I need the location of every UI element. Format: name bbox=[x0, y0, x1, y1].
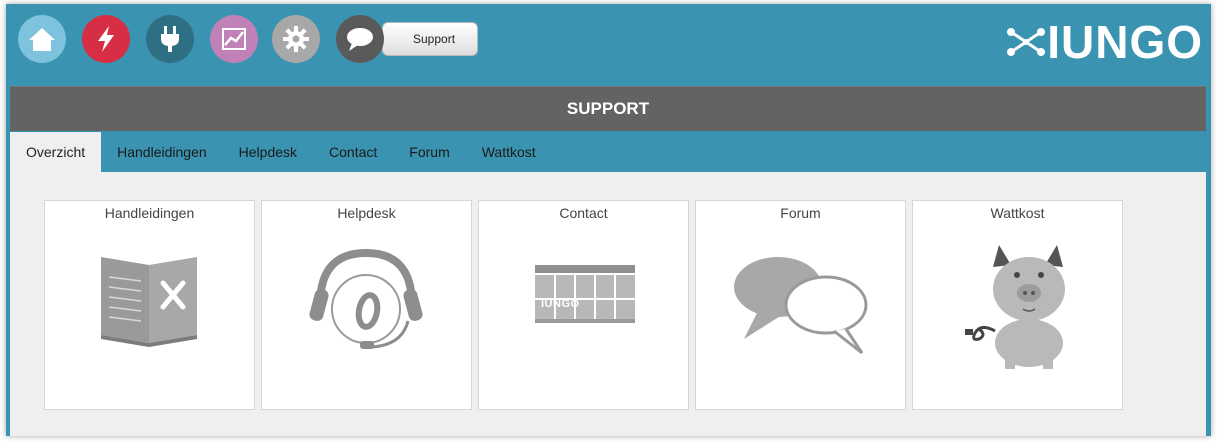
card-title: Contact bbox=[559, 205, 608, 221]
tab-wattkost[interactable]: Wattkost bbox=[466, 132, 552, 172]
device-label: IUNGO bbox=[541, 298, 580, 310]
card-title: Forum bbox=[780, 205, 821, 221]
app-frame: Support IUNGO SUPPORT Overzicht Handleid… bbox=[6, 4, 1211, 436]
logo-text: IUNGO bbox=[1047, 16, 1203, 68]
overview-panel: Handleidingen Helpdesk Contact IUNGO For… bbox=[10, 172, 1206, 436]
speech-bubbles-icon bbox=[734, 257, 868, 355]
chat-icon[interactable] bbox=[336, 15, 384, 63]
page-title: SUPPORT bbox=[10, 86, 1206, 131]
card-title: Handleidingen bbox=[104, 205, 195, 221]
card-wattkost[interactable]: Wattkost bbox=[912, 200, 1123, 410]
card-title: Helpdesk bbox=[337, 205, 396, 221]
top-navigation-bar: Support IUNGO bbox=[6, 4, 1211, 84]
card-helpdesk[interactable]: Helpdesk bbox=[261, 200, 472, 410]
card-forum[interactable]: Forum bbox=[695, 200, 906, 410]
headset-icon bbox=[309, 248, 423, 349]
gear-icon[interactable] bbox=[272, 15, 320, 63]
piggy-bank-icon bbox=[965, 245, 1065, 369]
support-label: Support bbox=[413, 32, 456, 46]
iungo-logo: IUNGO bbox=[1005, 18, 1203, 66]
tab-handleidingen[interactable]: Handleidingen bbox=[101, 132, 223, 172]
tab-helpdesk[interactable]: Helpdesk bbox=[223, 132, 313, 172]
card-title: Wattkost bbox=[990, 205, 1045, 221]
iungo-device-icon bbox=[535, 265, 635, 323]
manual-book-icon bbox=[101, 257, 197, 347]
card-handleidingen[interactable]: Handleidingen bbox=[44, 200, 255, 410]
tab-overzicht[interactable]: Overzicht bbox=[10, 132, 102, 172]
lightning-icon[interactable] bbox=[82, 15, 130, 63]
tab-contact[interactable]: Contact bbox=[313, 132, 393, 172]
home-icon[interactable] bbox=[18, 15, 66, 63]
chart-icon[interactable] bbox=[210, 15, 258, 63]
plug-icon[interactable] bbox=[146, 15, 194, 63]
tab-bar: Overzicht Handleidingen Helpdesk Contact… bbox=[10, 132, 1206, 172]
card-contact[interactable]: Contact IUNGO bbox=[478, 200, 689, 410]
logo-mark-icon bbox=[1007, 28, 1046, 56]
tab-forum[interactable]: Forum bbox=[393, 132, 465, 172]
support-button[interactable]: Support bbox=[382, 22, 478, 56]
